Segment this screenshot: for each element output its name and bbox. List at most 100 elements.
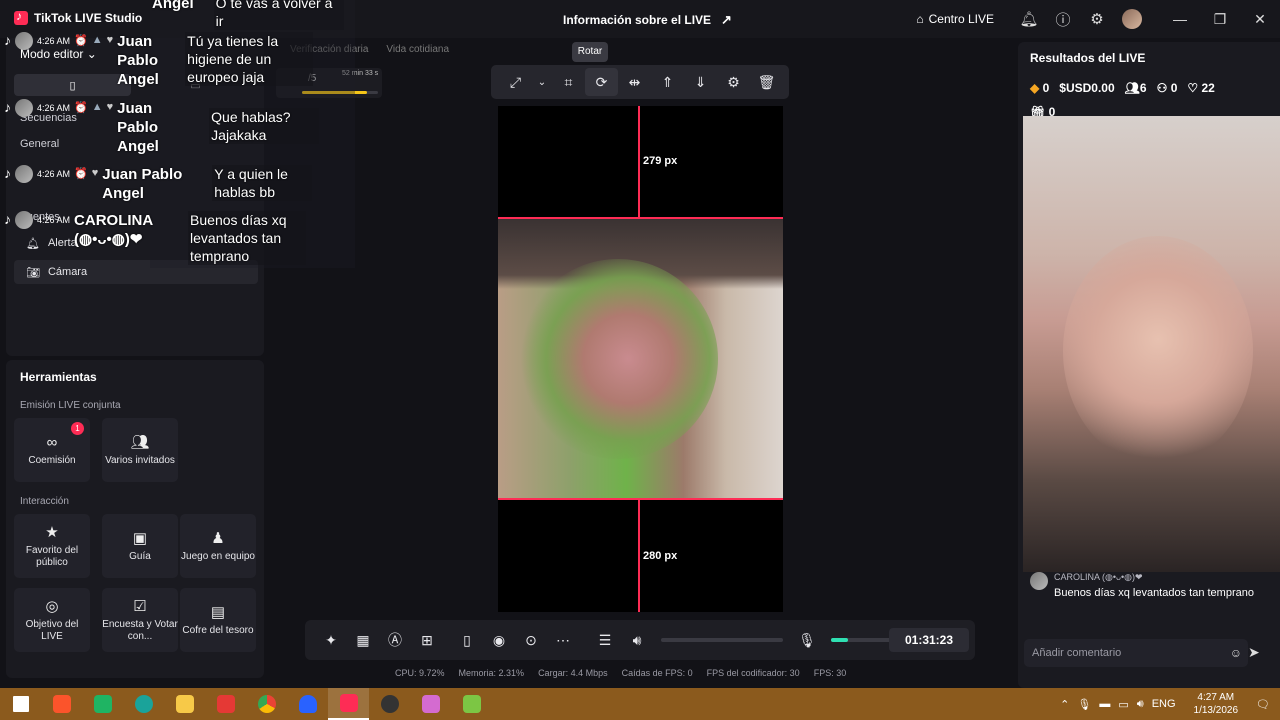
link-icon: ∞	[46, 433, 58, 451]
tool-coemision[interactable]: 1 ∞ Coemisión	[14, 418, 90, 482]
flip-icon[interactable]: ⇹	[618, 68, 651, 96]
more-icon[interactable]: ⋯	[547, 632, 579, 649]
brave-icon[interactable]	[41, 688, 82, 720]
add-source-icon[interactable]: ⊞	[411, 632, 443, 649]
notification-badge: 1	[71, 422, 84, 435]
mic-level-fill	[831, 638, 849, 642]
chevron-down-icon[interactable]: ⌄	[532, 68, 552, 96]
tool-guia[interactable]: ▣ Guía	[102, 514, 178, 578]
comment-item: CAROLINA (◍•ᴗ•◍)❤ Buenos días xq levanta…	[1030, 572, 1270, 600]
avatar	[15, 99, 33, 117]
send-icon[interactable]: ➤	[1248, 644, 1260, 661]
app-pink-icon[interactable]	[410, 688, 451, 720]
phone-icon[interactable]: ▯	[451, 632, 483, 649]
tool-juego-equipo[interactable]: ♟ Juego en equipo	[180, 514, 256, 578]
media-icon[interactable]: ▦	[347, 632, 379, 649]
camera-switch-icon[interactable]: ⊙	[515, 632, 547, 649]
mic-icon[interactable]: 🎙︎	[791, 632, 823, 649]
stat-upload: Cargar: 4.4 Mbps	[538, 668, 608, 678]
layer-up-icon[interactable]: ⇑	[651, 68, 684, 96]
chat-message: ♪ 4:26 AM ⏰ ▲ ♥ Juan Pablo Angel Que hab…	[4, 99, 320, 156]
like-count: 22	[1201, 81, 1215, 95]
windows-start-icon[interactable]	[0, 688, 41, 720]
live-preview	[1023, 116, 1280, 572]
control-bar: ✦ ▦ Ⓐ ⊞ ▯ ◉ ⊙ ⋯ ☰ 🔊︎ 🎙︎ 01:31:23	[305, 620, 975, 660]
tools-sub-interaction: Interacción	[20, 496, 69, 507]
chat-name: Juan Pablo Angel	[117, 100, 159, 155]
battery-icon[interactable]: ▬	[1099, 698, 1110, 710]
minimize-button[interactable]: —	[1160, 11, 1200, 27]
preview-canvas[interactable]: 279 px 280 px	[498, 106, 783, 612]
volume-icon[interactable]: 🔊︎	[1137, 698, 1144, 711]
notification-icon[interactable]: 🗨︎	[1256, 698, 1270, 711]
android-icon[interactable]	[451, 688, 492, 720]
ai-icon[interactable]: Ⓐ	[379, 630, 411, 650]
trash-icon[interactable]: 🗑︎	[750, 68, 783, 96]
gear-icon[interactable]: ⚙	[1080, 10, 1114, 28]
avatar	[1030, 572, 1048, 590]
title-bar-actions: ⌂ Centro LIVE 🔔︎ ⓘ ⚙ — ❐ ✕	[916, 0, 1280, 38]
tiktok-icon: ♪	[4, 32, 11, 48]
tiktok-icon: ♪	[4, 99, 11, 115]
tool-objetivo[interactable]: ◎ Objetivo del LIVE	[14, 588, 90, 652]
live-info-link[interactable]: Información sobre el LIVE ↗	[563, 12, 732, 28]
stat-fps-drop: Caídas de FPS: 0	[621, 668, 693, 678]
clock-time: 4:27 AM	[1197, 692, 1235, 703]
comment-input[interactable]: Añadir comentario ☺	[1024, 639, 1248, 667]
restore-button[interactable]: ❐	[1200, 11, 1240, 28]
fit-icon[interactable]: ⤢	[499, 68, 532, 96]
star-user-icon: ★	[45, 524, 59, 541]
volume-slider[interactable]	[661, 638, 783, 642]
network-icon[interactable]: ▭	[1118, 698, 1128, 711]
avatar[interactable]	[1122, 9, 1142, 29]
heart-icon: ♥	[106, 34, 114, 46]
crop-icon[interactable]: ⌗	[552, 68, 585, 96]
tiktok-icon: ♪	[4, 165, 11, 181]
help-icon[interactable]: ⓘ	[1046, 9, 1080, 30]
speaker-icon[interactable]: 🔊︎	[621, 632, 653, 649]
tool-varios-invitados[interactable]: 👥︎ Varios invitados	[102, 418, 178, 482]
comment-author: CAROLINA (◍•ᴗ•◍)❤	[1054, 572, 1143, 582]
camera-source[interactable]	[498, 217, 783, 500]
magic-icon[interactable]: ✦	[315, 632, 347, 649]
mic-icon[interactable]: 🎙︎	[1077, 698, 1091, 711]
stat-fps: FPS: 30	[813, 668, 847, 678]
share-icon[interactable]: ↗	[721, 12, 732, 28]
centro-live-button[interactable]: ⌂ Centro LIVE	[916, 12, 994, 26]
tool-favorito[interactable]: ★ Favorito del público	[14, 514, 90, 578]
file-explorer-icon[interactable]	[164, 688, 205, 720]
record-icon[interactable]: ◉	[483, 632, 515, 649]
bottom-gap-label: 280 px	[643, 550, 678, 562]
clock[interactable]: 4:27 AM 1/13/2026	[1194, 691, 1239, 717]
chrome-icon[interactable]	[246, 688, 287, 720]
home-icon: ⌂	[916, 12, 924, 26]
tag-vida-cotidiana[interactable]: Vida cotidiana	[386, 44, 449, 55]
settings-icon[interactable]: ⚙	[717, 68, 750, 96]
tool-cofre[interactable]: ▤ Cofre del tesoro	[180, 588, 256, 652]
camera-icon: 📷︎	[26, 266, 40, 279]
language-indicator[interactable]: ENG	[1152, 698, 1176, 710]
app-green-icon[interactable]	[82, 688, 123, 720]
chat-name: Juan Pablo Angel	[117, 33, 159, 88]
tools-sub-joint: Emisión LIVE conjunta	[20, 400, 121, 411]
app-title: TikTok LIVE Studio	[14, 9, 142, 25]
tiktok-live-taskbar-icon[interactable]	[328, 688, 369, 720]
mixer-icon[interactable]: ☰	[589, 632, 621, 649]
app-red-icon[interactable]	[205, 688, 246, 720]
rotate-icon[interactable]: ⟳	[585, 68, 618, 96]
live-info-text: Información sobre el LIVE	[563, 13, 712, 27]
tool-label: Cofre del tesoro	[182, 625, 254, 636]
app-blue-icon[interactable]	[287, 688, 328, 720]
tool-encuesta[interactable]: ☑ Encuesta y Votar con...	[102, 588, 178, 652]
app-teal-icon[interactable]	[123, 688, 164, 720]
chat-overlay: Angel O te vas a volver a ir ♪ 4:26 AM ⏰…	[0, 0, 360, 270]
emoji-icon[interactable]: ☺	[1230, 639, 1242, 667]
chevron-up-icon[interactable]: ⌃	[1060, 698, 1069, 711]
tiktok-logo-icon	[14, 9, 28, 25]
edit-toolbar: ⤢ ⌄ ⌗ ⟳ ⇹ ⇑ ⇓ ⚙ 🗑︎	[491, 65, 789, 99]
bell-icon[interactable]: 🔔︎	[1012, 10, 1046, 28]
layer-down-icon[interactable]: ⇓	[684, 68, 717, 96]
close-button[interactable]: ✕	[1240, 11, 1280, 28]
app-dark-icon[interactable]	[369, 688, 410, 720]
results-stats: ◆ 0 $USD0.00 👥︎6 ⚇ 0 ♡ 22	[1030, 81, 1215, 95]
